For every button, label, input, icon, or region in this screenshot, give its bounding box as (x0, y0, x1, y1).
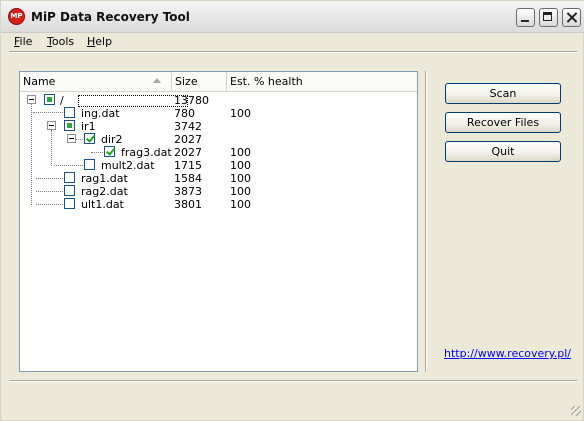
resize-grip-icon[interactable] (570, 405, 582, 417)
tree-item-size: 2027 (174, 133, 202, 146)
title-bar[interactable]: MP MiP Data Recovery Tool (1, 1, 584, 33)
tree-item-size: 1584 (174, 172, 202, 185)
website-link[interactable]: http://www.recovery.pl/ (444, 347, 571, 360)
tree-item-health: 100 (230, 159, 251, 172)
checkbox-icon[interactable] (64, 198, 75, 209)
checkbox-icon[interactable] (84, 159, 95, 170)
tree-item-name: dir2 (101, 133, 123, 146)
checkbox-partial-icon[interactable] (44, 94, 55, 105)
column-header-health[interactable]: Est. % health (226, 72, 417, 91)
quit-button[interactable]: Quit (445, 141, 561, 162)
tree-row[interactable]: / 13780 (20, 94, 417, 107)
checkbox-partial-icon[interactable] (64, 120, 75, 131)
tree-item-health: 100 (230, 172, 251, 185)
maximize-icon[interactable] (539, 8, 558, 27)
app-logo-icon: MP (8, 8, 25, 25)
tree-item-health: 100 (230, 185, 251, 198)
tree-row[interactable]: ing.dat 780 100 (20, 107, 417, 120)
focus-rectangle (78, 95, 188, 107)
tree-item-name: mult2.dat (101, 159, 155, 172)
tree-row[interactable]: mult2.dat 1715 100 (20, 159, 417, 172)
tree-item-name: ing.dat (81, 107, 120, 120)
tree-item-size: 3742 (174, 120, 202, 133)
tree-item-name: / (60, 94, 64, 107)
app-window: MP MiP Data Recovery Tool File Tools Hel… (0, 0, 584, 421)
tree-item-health: 100 (230, 146, 251, 159)
tree-item-size: 3801 (174, 198, 202, 211)
tree-item-health: 100 (230, 198, 251, 211)
column-header-name[interactable]: Name (20, 72, 171, 91)
tree-row[interactable]: rag2.dat 3873 100 (20, 185, 417, 198)
tree-row[interactable]: ult1.dat 3801 100 (20, 198, 417, 211)
checkbox-icon[interactable] (64, 172, 75, 183)
tree-row[interactable]: frag3.dat 2027 100 (20, 146, 417, 159)
panel-separator (425, 71, 427, 372)
menu-tools[interactable]: Tools (47, 35, 74, 48)
tree-item-name: rag2.dat (81, 185, 128, 198)
tree-row[interactable]: dir2 2027 (20, 133, 417, 146)
tree-item-size: 1715 (174, 159, 202, 172)
tree-row[interactable]: rag1.dat 1584 100 (20, 172, 417, 185)
checkbox-icon[interactable] (64, 185, 75, 196)
checkbox-checked-icon[interactable] (84, 133, 95, 144)
checkbox-icon[interactable] (64, 107, 75, 118)
tree-item-size: 780 (174, 107, 195, 120)
collapse-icon[interactable] (67, 134, 76, 143)
column-name-label: Name (23, 75, 56, 88)
minimize-icon[interactable] (516, 8, 535, 27)
menu-bar: File Tools Help (1, 33, 584, 51)
status-bar (9, 380, 577, 382)
scan-button[interactable]: Scan (445, 83, 561, 104)
menu-file[interactable]: File (14, 35, 32, 48)
tree-item-name: ir1 (81, 120, 96, 133)
menu-separator (9, 51, 577, 53)
menu-help-label: elp (95, 35, 113, 48)
recover-files-button[interactable]: Recover Files (445, 112, 561, 133)
tree-item-size: 2027 (174, 146, 202, 159)
column-header-size[interactable]: Size (171, 72, 226, 91)
checkbox-checked-icon[interactable] (104, 146, 115, 157)
tree-row[interactable]: ir1 3742 (20, 120, 417, 133)
menu-tools-label: ools (51, 35, 75, 48)
sort-ascending-icon (153, 78, 161, 83)
tree-item-name: frag3.dat (121, 146, 172, 159)
tree-item-health: 100 (230, 107, 251, 120)
tree-item-size: 3873 (174, 185, 202, 198)
tree-header: Name Size Est. % health (20, 72, 417, 92)
collapse-icon[interactable] (27, 95, 36, 104)
tree-item-size: 13780 (174, 94, 209, 107)
tree-item-name: ult1.dat (81, 198, 124, 211)
menu-help[interactable]: Help (87, 35, 112, 48)
tree-item-name: rag1.dat (81, 172, 128, 185)
window-title: MiP Data Recovery Tool (31, 10, 190, 24)
collapse-icon[interactable] (47, 121, 56, 130)
file-tree-view[interactable]: Name Size Est. % health / 13780 ing.dat … (19, 71, 418, 372)
close-icon[interactable] (562, 8, 581, 27)
menu-file-label: ile (19, 35, 33, 48)
